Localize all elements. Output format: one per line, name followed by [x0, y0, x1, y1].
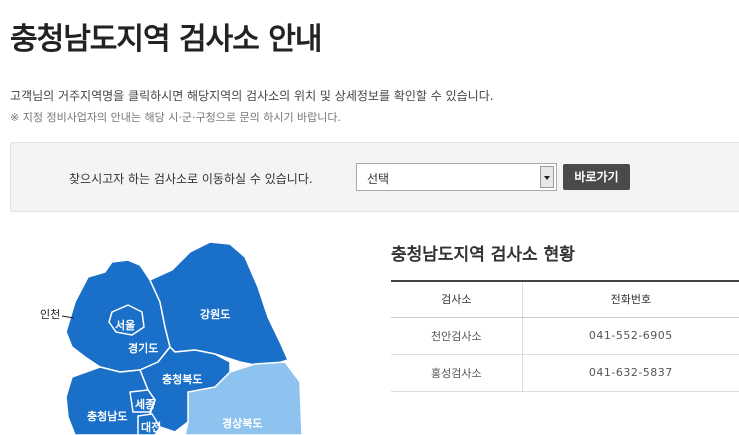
station-phone: 041-632-5837: [521, 354, 739, 392]
page-note: ※ 지정 정비사업자의 안내는 해당 시·군·구청으로 문의 하시기 바랍니다.: [10, 111, 342, 124]
map-label-incheon[interactable]: 인천: [40, 307, 60, 321]
station-name[interactable]: 천안검사소: [391, 317, 523, 355]
station-select[interactable]: 선택: [356, 163, 557, 191]
stations-title: 충청남도지역 검사소 현황: [391, 245, 575, 265]
stations-table: 검사소 전화번호 천안검사소 041-552-6905 홍성검사소 041-63…: [391, 280, 739, 392]
search-label: 찾으시고자 하는 검사소로 이동하실 수 있습니다.: [69, 172, 313, 186]
map-label-gyeongbuk[interactable]: 경상북도: [222, 416, 262, 430]
map-label-daejeon[interactable]: 대전: [141, 420, 161, 434]
go-button[interactable]: 바로가기: [563, 164, 630, 190]
station-name[interactable]: 홍성검사소: [391, 354, 523, 392]
map-label-seoul[interactable]: 서울: [115, 318, 135, 332]
map-label-gyeonggi[interactable]: 경기도: [128, 341, 158, 355]
station-phone: 041-552-6905: [521, 317, 739, 355]
page-description: 고객님의 거주지역명을 클릭하시면 해당지역의 검사소의 위치 및 상세정보를 …: [10, 89, 494, 103]
map-label-gangwon[interactable]: 강원도: [200, 307, 230, 321]
station-select-value: 선택: [367, 172, 390, 186]
map-label-chungnam[interactable]: 충청남도: [87, 409, 127, 423]
search-panel: 찾으시고자 하는 검사소로 이동하실 수 있습니다. 선택 바로가기: [10, 142, 739, 212]
header-station: 검사소: [391, 280, 523, 318]
dropdown-arrow-icon[interactable]: [540, 166, 554, 188]
map-label-sejong[interactable]: 세종: [135, 397, 155, 411]
table-header-row: 검사소 전화번호: [391, 280, 739, 318]
map-label-chungbuk[interactable]: 충청북도: [162, 372, 202, 386]
page-title: 충청남도지역 검사소 안내: [10, 22, 322, 57]
table-row[interactable]: 천안검사소 041-552-6905: [391, 317, 739, 355]
region-map: 인천 서울 경기도 강원도 충청북도 충청남도 세종 대전 경상북도: [40, 241, 303, 435]
header-phone: 전화번호: [521, 280, 739, 318]
table-row[interactable]: 홍성검사소 041-632-5837: [391, 354, 739, 392]
